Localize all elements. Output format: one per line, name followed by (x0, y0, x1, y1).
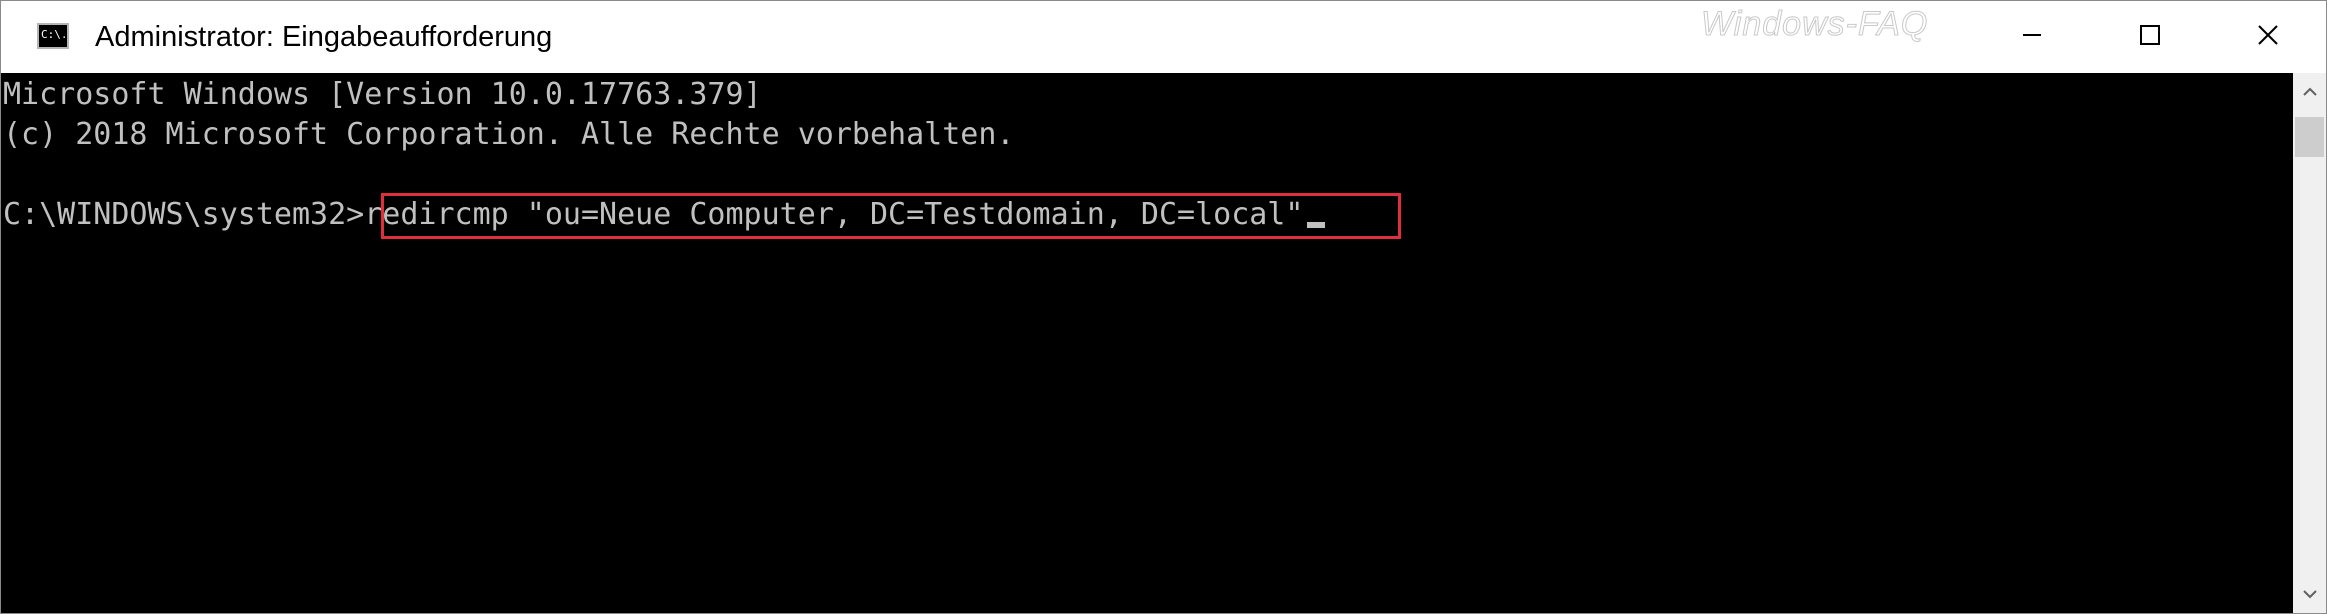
vertical-scrollbar[interactable] (2293, 73, 2326, 613)
cmd-app-icon[interactable]: C:\. (37, 23, 69, 49)
minimize-button[interactable] (1973, 1, 2091, 73)
chevron-down-icon (2302, 585, 2318, 604)
close-button[interactable] (2209, 1, 2327, 73)
title-bar[interactable]: C:\. Administrator: Eingabeaufforderung … (1, 1, 2326, 73)
minimize-icon (2021, 24, 2043, 50)
version-line: Microsoft Windows [Version 10.0.17763.37… (3, 77, 762, 112)
scroll-up-button[interactable] (2293, 73, 2326, 111)
scroll-down-button[interactable] (2293, 575, 2326, 613)
command-text[interactable]: redircmp "ou=Neue Computer, DC=Testdomai… (364, 197, 1303, 232)
chevron-up-icon (2302, 83, 2318, 102)
command-line[interactable]: C:\WINDOWS\system32>redircmp "ou=Neue Co… (3, 195, 1326, 235)
window-title: Administrator: Eingabeaufforderung (95, 21, 553, 53)
prompt-path: C:\WINDOWS\system32> (3, 197, 365, 232)
text-cursor (1307, 222, 1326, 228)
copyright-line: (c) 2018 Microsoft Corporation. Alle Rec… (3, 117, 1015, 152)
maximize-button[interactable] (2091, 1, 2209, 73)
console-output-area[interactable]: Microsoft Windows [Version 10.0.17763.37… (1, 73, 2293, 613)
close-icon (2257, 24, 2279, 50)
scrollbar-thumb[interactable] (2295, 117, 2324, 157)
watermark-logo: Windows-FAQ (1700, 5, 1929, 44)
maximize-icon (2139, 24, 2161, 50)
cmd-window: C:\. Administrator: Eingabeaufforderung … (0, 0, 2327, 614)
